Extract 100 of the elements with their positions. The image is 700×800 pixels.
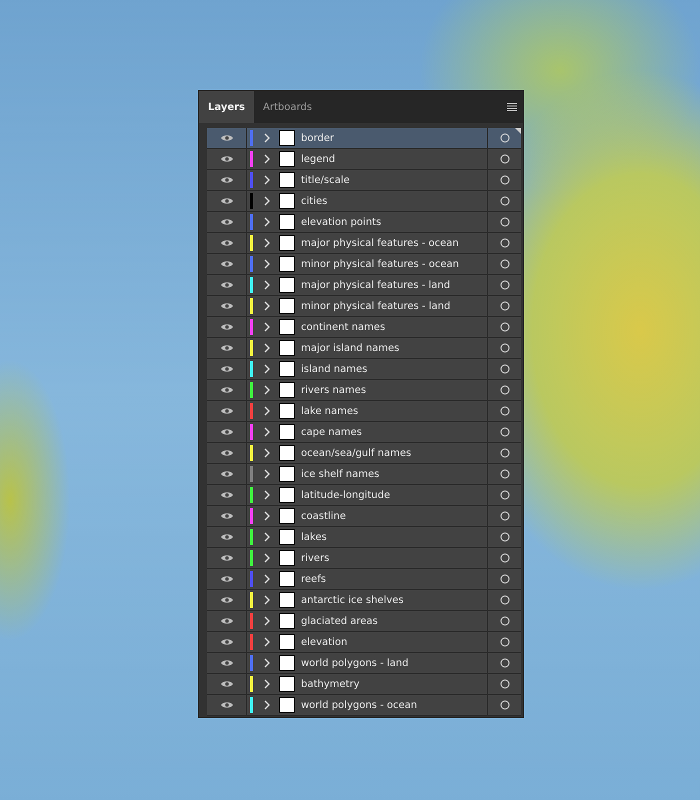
chevron-icon[interactable] bbox=[263, 238, 271, 248]
chevron-icon[interactable] bbox=[263, 259, 271, 269]
eye-icon[interactable] bbox=[220, 533, 232, 541]
chevron-icon[interactable] bbox=[263, 448, 271, 458]
layer-row[interactable]: minor physical features - ocean bbox=[207, 254, 521, 275]
eye-icon[interactable] bbox=[220, 680, 232, 688]
eye-icon[interactable] bbox=[220, 197, 232, 205]
layer-row[interactable]: ice shelf names bbox=[207, 464, 521, 485]
chevron-icon[interactable] bbox=[263, 427, 271, 437]
layer-row[interactable]: latitude-longitude bbox=[207, 485, 521, 506]
layer-row[interactable]: continent names bbox=[207, 317, 521, 338]
target-circle-icon[interactable] bbox=[500, 280, 510, 290]
chevron-icon[interactable] bbox=[263, 154, 271, 164]
target-circle-icon[interactable] bbox=[500, 574, 510, 584]
layer-row[interactable]: bathymetry bbox=[207, 674, 521, 695]
eye-icon[interactable] bbox=[220, 449, 232, 457]
chevron-icon[interactable] bbox=[263, 700, 271, 710]
target-circle-icon[interactable] bbox=[500, 133, 510, 143]
target-circle-icon[interactable] bbox=[500, 700, 510, 710]
layer-row[interactable]: coastline bbox=[207, 506, 521, 527]
chevron-icon[interactable] bbox=[263, 175, 271, 185]
target-circle-icon[interactable] bbox=[500, 322, 510, 332]
chevron-icon[interactable] bbox=[263, 364, 271, 374]
eye-icon[interactable] bbox=[220, 302, 232, 310]
chevron-icon[interactable] bbox=[263, 511, 271, 521]
chevron-icon[interactable] bbox=[263, 469, 271, 479]
target-circle-icon[interactable] bbox=[500, 658, 510, 668]
chevron-icon[interactable] bbox=[263, 637, 271, 647]
layer-row[interactable]: cities bbox=[207, 191, 521, 212]
target-circle-icon[interactable] bbox=[500, 343, 510, 353]
eye-icon[interactable] bbox=[220, 176, 232, 184]
chevron-icon[interactable] bbox=[263, 532, 271, 542]
chevron-icon[interactable] bbox=[263, 406, 271, 416]
chevron-icon[interactable] bbox=[263, 343, 271, 353]
chevron-icon[interactable] bbox=[263, 217, 271, 227]
eye-icon[interactable] bbox=[220, 344, 232, 352]
target-circle-icon[interactable] bbox=[500, 553, 510, 563]
target-circle-icon[interactable] bbox=[500, 406, 510, 416]
layer-row[interactable]: rivers bbox=[207, 548, 521, 569]
eye-icon[interactable] bbox=[220, 323, 232, 331]
layer-row[interactable]: lake names bbox=[207, 401, 521, 422]
eye-icon[interactable] bbox=[220, 659, 232, 667]
layer-row[interactable]: major physical features - ocean bbox=[207, 233, 521, 254]
target-circle-icon[interactable] bbox=[500, 364, 510, 374]
eye-icon[interactable] bbox=[220, 239, 232, 247]
layer-row[interactable]: lakes bbox=[207, 527, 521, 548]
chevron-icon[interactable] bbox=[263, 490, 271, 500]
eye-icon[interactable] bbox=[220, 386, 232, 394]
eye-icon[interactable] bbox=[220, 701, 232, 709]
eye-icon[interactable] bbox=[220, 491, 232, 499]
target-circle-icon[interactable] bbox=[500, 511, 510, 521]
chevron-icon[interactable] bbox=[263, 322, 271, 332]
layer-row[interactable]: reefs bbox=[207, 569, 521, 590]
layer-row[interactable]: minor physical features - land bbox=[207, 296, 521, 317]
layer-row[interactable]: major island names bbox=[207, 338, 521, 359]
eye-icon[interactable] bbox=[220, 155, 232, 163]
target-circle-icon[interactable] bbox=[500, 469, 510, 479]
chevron-icon[interactable] bbox=[263, 280, 271, 290]
layer-row[interactable]: legend bbox=[207, 149, 521, 170]
layer-row[interactable]: ocean/sea/gulf names bbox=[207, 443, 521, 464]
eye-icon[interactable] bbox=[220, 428, 232, 436]
target-circle-icon[interactable] bbox=[500, 196, 510, 206]
layer-row[interactable]: border bbox=[207, 128, 521, 149]
chevron-icon[interactable] bbox=[263, 679, 271, 689]
eye-icon[interactable] bbox=[220, 281, 232, 289]
target-circle-icon[interactable] bbox=[500, 175, 510, 185]
target-circle-icon[interactable] bbox=[500, 637, 510, 647]
target-circle-icon[interactable] bbox=[500, 301, 510, 311]
chevron-icon[interactable] bbox=[263, 301, 271, 311]
target-circle-icon[interactable] bbox=[500, 595, 510, 605]
chevron-icon[interactable] bbox=[263, 553, 271, 563]
panel-tab[interactable]: Layers bbox=[199, 91, 254, 123]
layer-row[interactable]: cape names bbox=[207, 422, 521, 443]
layer-row[interactable]: elevation points bbox=[207, 212, 521, 233]
layer-row[interactable]: glaciated areas bbox=[207, 611, 521, 632]
target-circle-icon[interactable] bbox=[500, 679, 510, 689]
eye-icon[interactable] bbox=[220, 365, 232, 373]
eye-icon[interactable] bbox=[220, 617, 232, 625]
chevron-icon[interactable] bbox=[263, 658, 271, 668]
layer-row[interactable]: title/scale bbox=[207, 170, 521, 191]
target-circle-icon[interactable] bbox=[500, 238, 510, 248]
eye-icon[interactable] bbox=[220, 470, 232, 478]
eye-icon[interactable] bbox=[220, 407, 232, 415]
layer-row[interactable]: antarctic ice shelves bbox=[207, 590, 521, 611]
chevron-icon[interactable] bbox=[263, 574, 271, 584]
target-circle-icon[interactable] bbox=[500, 616, 510, 626]
layer-row[interactable]: rivers names bbox=[207, 380, 521, 401]
chevron-icon[interactable] bbox=[263, 133, 271, 143]
target-circle-icon[interactable] bbox=[500, 427, 510, 437]
eye-icon[interactable] bbox=[220, 596, 232, 604]
eye-icon[interactable] bbox=[220, 134, 232, 142]
eye-icon[interactable] bbox=[220, 260, 232, 268]
target-circle-icon[interactable] bbox=[500, 154, 510, 164]
layer-row[interactable]: world polygons - land bbox=[207, 653, 521, 674]
eye-icon[interactable] bbox=[220, 575, 232, 583]
target-circle-icon[interactable] bbox=[500, 217, 510, 227]
eye-icon[interactable] bbox=[220, 638, 232, 646]
eye-icon[interactable] bbox=[220, 554, 232, 562]
target-circle-icon[interactable] bbox=[500, 490, 510, 500]
target-circle-icon[interactable] bbox=[500, 448, 510, 458]
